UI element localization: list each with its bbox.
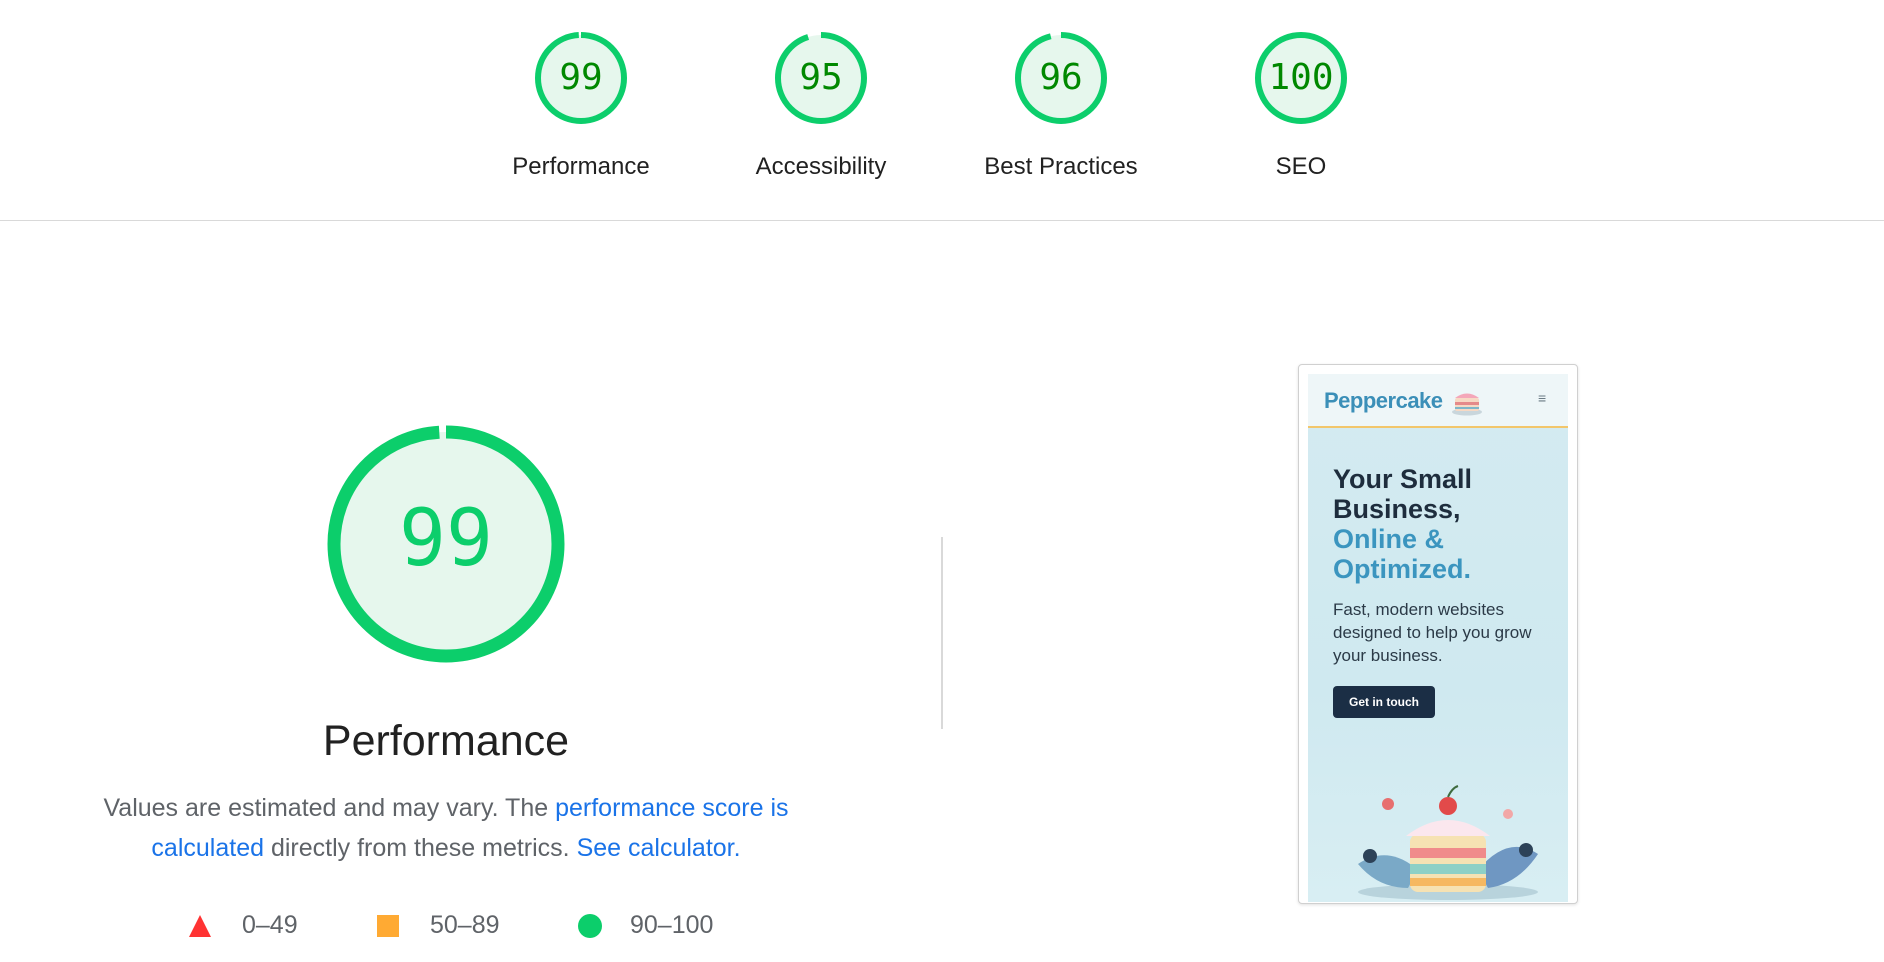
gauge-score: 100 [1268,57,1334,98]
brand-logo: Peppercake [1324,388,1443,413]
cake-icon [1452,393,1482,416]
gauge-label: Performance [512,153,650,180]
see-calculator-link[interactable]: See calculator. [577,834,741,862]
triangle-icon [188,914,212,945]
menu-icon: ≡ [1538,390,1547,406]
legend-label: 90–100 [630,911,714,939]
hero-line-accent: Optimized. [1333,554,1472,584]
desc-text: Values are estimated and may vary. The [103,794,556,822]
gauge-performance[interactable]: 99 Performance [461,30,701,190]
circle-icon [578,914,602,945]
legend-label: 50–89 [430,911,500,939]
gauge-label: Best Practices [984,153,1138,180]
gauge-score: 99 [559,57,603,98]
cake-illustration-icon [1358,785,1538,900]
hero-subtitle: Fast, modern websites designed to help y… [1333,600,1532,665]
performance-description: Values are estimated and may vary. The p… [86,788,806,868]
legend-fail: 0–49 [188,908,328,944]
performance-title: Performance [322,717,570,765]
legend-label: 0–49 [242,911,298,939]
final-screenshot[interactable]: Peppercake ≡ Your Small Business, Online… [1298,364,1578,904]
gauge-score: 96 [1039,57,1083,98]
hero-title: Your Small Business, Online & Optimized. [1333,464,1563,584]
gauge-label: SEO [1275,153,1327,180]
hero-line-accent: Online & [1333,524,1445,554]
hero-line: Business, [1333,494,1461,524]
performance-score: 99 [399,494,493,584]
gauge-seo[interactable]: 100 SEO [1181,30,1421,190]
section-divider [941,537,943,729]
screenshot-page: Peppercake ≡ Your Small Business, Online… [1308,374,1568,902]
screenshot-header: Peppercake ≡ [1308,374,1568,428]
hero-line: Your Small [1333,464,1473,494]
gauge-best-practices[interactable]: 96 Best Practices [941,30,1181,190]
square-icon [376,914,400,945]
gauge-accessibility[interactable]: 95 Accessibility [701,30,941,190]
legend-average: 50–89 [376,908,516,944]
header-divider [0,220,1884,221]
desc-text: directly from these metrics. [264,834,577,862]
get-in-touch-button: Get in touch [1333,686,1435,718]
gauge-score: 95 [799,57,843,98]
gauge-label: Accessibility [755,153,887,180]
legend-pass: 90–100 [578,908,738,944]
